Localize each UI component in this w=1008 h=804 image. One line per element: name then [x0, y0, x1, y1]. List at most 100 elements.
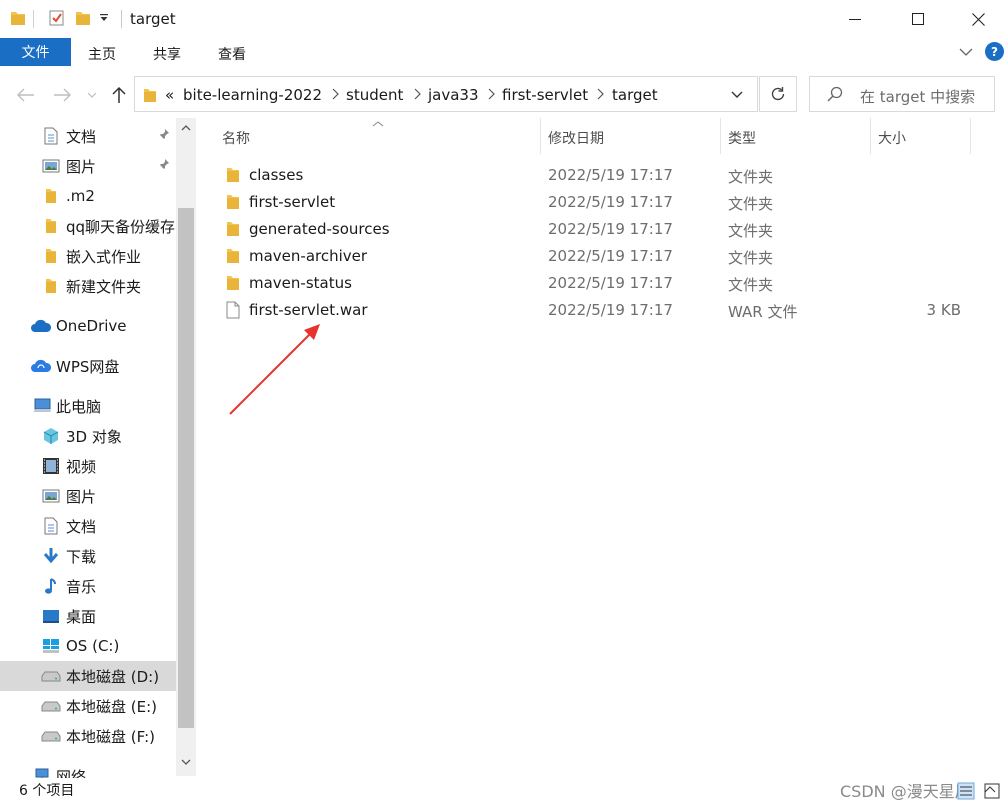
scrollbar-thumb[interactable]: [178, 208, 194, 728]
pin-icon[interactable]: [158, 128, 170, 144]
folder-icon: [41, 246, 61, 266]
drive-icon: [41, 696, 61, 716]
document-icon: [41, 516, 61, 536]
nav-item-embedded-homework[interactable]: 嵌入式作业: [0, 241, 176, 271]
column-size[interactable]: 大小: [878, 128, 906, 148]
help-icon[interactable]: ?: [985, 42, 1004, 61]
item-count: 6 个项目: [19, 783, 75, 799]
nav-item-3d-objects[interactable]: 3D 对象: [0, 421, 176, 451]
expand-ribbon-icon[interactable]: [958, 44, 974, 64]
minimize-icon: [849, 19, 861, 20]
column-divider[interactable]: [970, 118, 971, 154]
folder-icon: [226, 193, 240, 215]
file-row[interactable]: maven-archiver 2022/5/19 17:17 文件夹: [214, 243, 974, 270]
scroll-down-icon[interactable]: [176, 752, 196, 772]
minimize-button[interactable]: [832, 0, 878, 38]
nav-item-onedrive[interactable]: OneDrive: [0, 311, 176, 341]
tab-view[interactable]: 查看: [218, 44, 246, 64]
column-divider[interactable]: [540, 118, 541, 154]
chevron-right-icon[interactable]: [487, 88, 495, 104]
nav-item-drive-f[interactable]: 本地磁盘 (F:): [0, 721, 176, 751]
column-divider[interactable]: [870, 118, 871, 154]
maximize-button[interactable]: [895, 0, 941, 38]
breadcrumb-item[interactable]: bite-learning-2022: [183, 86, 322, 104]
file-row[interactable]: generated-sources 2022/5/19 17:17 文件夹: [214, 216, 974, 243]
file-row[interactable]: first-servlet 2022/5/19 17:17 文件夹: [214, 189, 974, 216]
nav-item-network[interactable]: 网络: [0, 761, 176, 778]
nav-item-desktop[interactable]: 桌面: [0, 601, 176, 631]
folder-icon: [41, 276, 61, 296]
folder-icon: [226, 220, 240, 242]
nav-item-new-folder[interactable]: 新建文件夹: [0, 271, 176, 301]
file-row[interactable]: maven-status 2022/5/19 17:17 文件夹: [214, 270, 974, 297]
breadcrumb-overflow[interactable]: «: [165, 86, 174, 104]
nav-item-videos[interactable]: 视频: [0, 451, 176, 481]
properties-icon[interactable]: [48, 9, 66, 27]
column-divider[interactable]: [720, 118, 721, 154]
chevron-down-icon: [87, 92, 97, 98]
nav-item-drive-e[interactable]: 本地磁盘 (E:): [0, 691, 176, 721]
new-folder-icon[interactable]: [75, 9, 91, 27]
nav-item-this-pc[interactable]: 此电脑: [0, 391, 176, 421]
breadcrumb-item[interactable]: first-servlet: [502, 86, 588, 104]
nav-item-drive-d[interactable]: 本地磁盘 (D:): [0, 661, 176, 691]
chevron-right-icon[interactable]: [596, 88, 604, 104]
nav-item-downloads[interactable]: 下载: [0, 541, 176, 571]
customize-dropdown-icon[interactable]: [99, 13, 109, 23]
drive-icon: [41, 666, 61, 686]
nav-scrollbar[interactable]: [176, 118, 196, 776]
computer-icon: [32, 396, 52, 416]
folder-icon: [10, 9, 26, 27]
tab-file[interactable]: 文件: [0, 38, 71, 66]
nav-item-label: 网络: [56, 767, 87, 779]
chevron-down-icon[interactable]: [731, 88, 743, 104]
video-icon: [41, 456, 61, 476]
nav-item-label: 图片: [66, 157, 97, 176]
download-icon: [41, 546, 61, 566]
tab-share[interactable]: 共享: [153, 44, 181, 64]
nav-item-pictures-pc[interactable]: 图片: [0, 481, 176, 511]
nav-item-wps-drive[interactable]: WPS网盘: [0, 351, 176, 381]
nav-item-pictures[interactable]: 图片: [0, 151, 176, 181]
nav-item-drive-c[interactable]: OS (C:): [0, 631, 176, 661]
folder-icon: [143, 86, 157, 108]
large-icons-view-icon[interactable]: [983, 782, 1001, 800]
file-type: 文件夹: [728, 249, 774, 267]
file-modified: 2022/5/19 17:17: [548, 274, 673, 292]
column-name[interactable]: 名称: [222, 128, 250, 148]
forward-button[interactable]: [49, 82, 75, 108]
nav-item-documents[interactable]: 文档: [0, 121, 176, 151]
file-type: 文件夹: [728, 276, 774, 294]
nav-item-documents-pc[interactable]: 文档: [0, 511, 176, 541]
up-button[interactable]: [106, 82, 132, 108]
close-button[interactable]: [955, 0, 1001, 38]
pin-icon[interactable]: [158, 158, 170, 174]
breadcrumb-item[interactable]: target: [612, 86, 658, 104]
nav-item-qq-backup[interactable]: qq聊天备份缓存: [0, 211, 176, 241]
nav-item-label: 下载: [66, 547, 97, 566]
column-modified[interactable]: 修改日期: [548, 128, 604, 148]
nav-item-label: 文档: [66, 127, 97, 146]
tab-home[interactable]: 主页: [88, 44, 116, 64]
back-button[interactable]: [13, 82, 39, 108]
nav-item-music[interactable]: 音乐: [0, 571, 176, 601]
file-modified: 2022/5/19 17:17: [548, 220, 673, 238]
nav-item-label: 本地磁盘 (F:): [66, 727, 155, 746]
nav-item-label: 本地磁盘 (E:): [66, 697, 158, 716]
chevron-right-icon[interactable]: [331, 88, 339, 104]
breadcrumb-item[interactable]: java33: [428, 86, 479, 104]
column-type[interactable]: 类型: [728, 128, 756, 148]
nav-item-m2[interactable]: .m2: [0, 181, 176, 211]
search-input[interactable]: 在 target 中搜索: [809, 76, 995, 112]
file-row[interactable]: classes 2022/5/19 17:17 文件夹: [214, 162, 974, 189]
scroll-up-icon[interactable]: [176, 118, 196, 138]
details-view-icon[interactable]: [957, 782, 975, 800]
chevron-right-icon[interactable]: [413, 88, 421, 104]
nav-item-label: 此电脑: [56, 397, 102, 416]
up-arrow-icon: [112, 86, 126, 103]
refresh-button[interactable]: [759, 76, 797, 112]
breadcrumb-item[interactable]: student: [346, 86, 403, 104]
recent-locations-button[interactable]: [82, 82, 102, 108]
annotation-arrow: [229, 324, 320, 415]
address-bar[interactable]: « bite-learning-2022 student java33 firs…: [134, 76, 758, 112]
